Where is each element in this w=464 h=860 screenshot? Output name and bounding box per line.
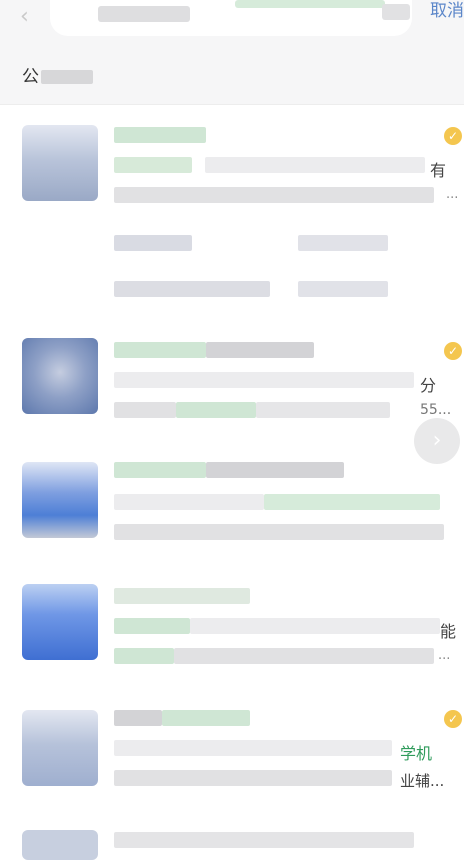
result-desc-blur — [114, 157, 192, 173]
result-title-blur — [206, 462, 344, 478]
result-item[interactable]: 能 ... — [0, 566, 464, 691]
result-title-blur — [114, 832, 414, 848]
section-title-text: 公 — [22, 67, 39, 87]
avatar — [22, 125, 98, 201]
clear-icon[interactable] — [382, 4, 410, 20]
chevron-left-icon[interactable]: ‹ — [20, 6, 42, 28]
result-title-blur — [114, 710, 162, 726]
result-meta-blur — [114, 281, 270, 297]
result-item[interactable]: ✓ 分 55... — [0, 320, 464, 443]
result-desc-blur — [190, 618, 440, 634]
result-desc-trail: 业辅... — [400, 772, 445, 790]
search-query-blur — [98, 6, 190, 22]
result-title-blur — [114, 588, 250, 604]
result-desc-blur — [114, 524, 444, 540]
result-desc-blur — [205, 157, 425, 173]
result-item[interactable]: ✓ 有 ... — [0, 105, 464, 321]
result-desc-blur — [114, 770, 392, 786]
search-query-blur — [235, 0, 385, 8]
result-title-blur — [162, 710, 250, 726]
result-title-blur — [206, 342, 314, 358]
avatar — [22, 338, 98, 414]
verified-badge-icon: ✓ — [444, 710, 462, 728]
avatar — [22, 462, 98, 538]
result-desc-blur — [264, 494, 440, 510]
verified-badge-icon: ✓ — [444, 342, 462, 360]
result-meta-blur — [114, 235, 192, 251]
result-meta-blur — [298, 235, 388, 251]
result-desc-trail: ... — [438, 648, 451, 663]
result-desc-trail: ... — [446, 187, 459, 202]
result-title-blur — [114, 342, 206, 358]
result-desc-blur — [114, 494, 264, 510]
result-desc-blur — [256, 402, 390, 418]
result-meta-blur — [298, 281, 388, 297]
result-item[interactable]: ✓ 学机 业辅... — [0, 690, 464, 815]
result-item[interactable] — [0, 814, 464, 860]
search-header: ‹ 取消 — [0, 0, 464, 48]
avatar — [22, 710, 98, 786]
result-desc-trail: 学机 — [400, 744, 433, 763]
result-item[interactable] — [0, 442, 464, 567]
result-desc-blur — [114, 372, 414, 388]
result-title-blur — [114, 462, 206, 478]
result-desc-blur — [114, 187, 434, 203]
cancel-button[interactable]: 取消 — [430, 0, 464, 26]
section-title: 公 — [22, 62, 93, 87]
avatar — [22, 830, 98, 860]
result-desc-blur — [176, 402, 256, 418]
search-input[interactable] — [50, 0, 412, 36]
result-title-blur — [114, 127, 206, 143]
result-desc-blur — [114, 402, 176, 418]
result-desc-blur — [114, 648, 174, 664]
verified-badge-icon: ✓ — [444, 127, 462, 145]
result-desc-trail: 能 — [440, 622, 457, 641]
result-desc-trail: 有 — [430, 161, 447, 180]
result-desc-blur — [174, 648, 434, 664]
result-desc-trail: 55... — [420, 402, 452, 418]
result-desc-blur — [114, 618, 190, 634]
result-desc-blur — [114, 740, 392, 756]
result-desc-trail: 分 — [420, 376, 437, 395]
avatar — [22, 584, 98, 660]
chevron-right-icon[interactable]: › — [414, 418, 460, 464]
